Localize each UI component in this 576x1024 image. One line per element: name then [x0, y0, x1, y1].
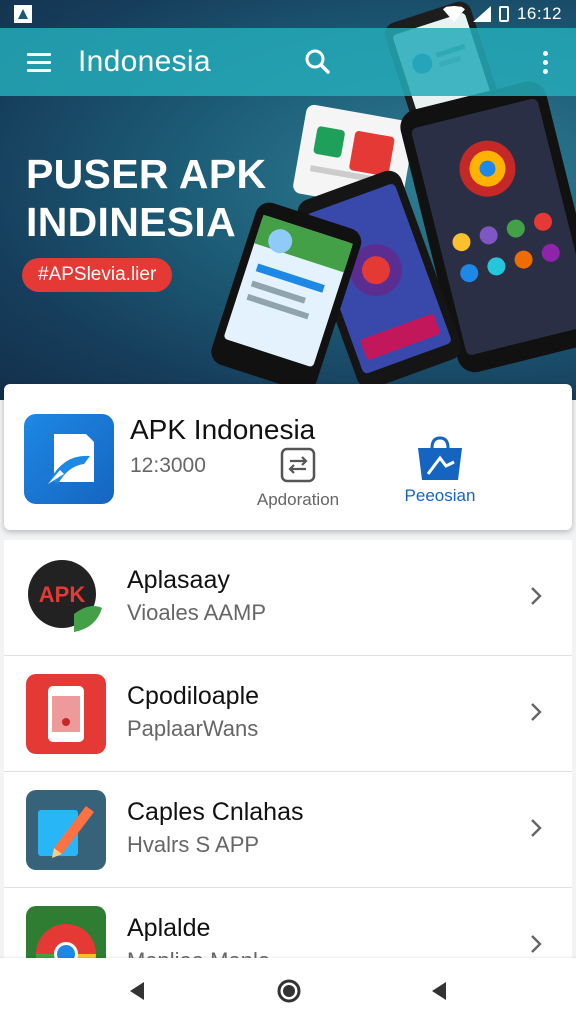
share-label: Peeosian — [404, 486, 476, 505]
top-app-bar: Indonesia — [0, 28, 576, 96]
list-item-title: Caples Cnlahas — [127, 798, 304, 826]
app-info-card: APK Indonesia 12:3000 Apdoration Peeosia… — [4, 384, 572, 530]
chevron-right-icon — [531, 703, 542, 721]
app-download-count: 12:3000 — [130, 454, 206, 477]
home-icon[interactable] — [276, 978, 302, 1004]
search-icon[interactable] — [300, 44, 336, 80]
hero-headline-line2: INDINESIA — [26, 199, 237, 245]
status-time: 16:12 — [516, 4, 562, 23]
hero-hashtag-badge[interactable]: #APSlevia.lier — [22, 258, 173, 292]
list-item-subtitle: Vioales AAMP — [127, 600, 267, 625]
app-name: APK Indonesia — [130, 414, 316, 445]
more-vert-icon — [542, 50, 548, 56]
chevron-right-icon — [531, 587, 542, 605]
hero-headline-line1: PUSER APK — [26, 151, 267, 197]
menu-button[interactable] — [0, 28, 78, 96]
apply-action-button[interactable]: Apdoration — [248, 446, 348, 510]
back-icon[interactable] — [126, 980, 148, 1002]
list-item-title: Aplasaay — [127, 566, 230, 594]
system-navigation-bar — [0, 958, 576, 1024]
bag-share-icon — [418, 436, 462, 480]
more-options-button[interactable] — [530, 44, 560, 80]
apply-label: Apdoration — [256, 490, 340, 509]
list-item[interactable]: Cpodiloaple PaplaarWans — [4, 656, 572, 772]
share-action-button[interactable]: Peeosian — [390, 434, 490, 506]
hero-headline: PUSER APK INDINESIA — [26, 150, 266, 246]
battery-icon — [498, 6, 509, 22]
page-title: Indonesia — [78, 45, 211, 78]
phone-app-icon — [26, 674, 106, 754]
app-logo — [24, 414, 114, 504]
apk-logo-icon — [48, 434, 94, 484]
list-item[interactable]: APK Aplasaay Vioales AAMP — [4, 540, 572, 656]
list-item[interactable]: Caples Cnlahas Hvalrs S APP — [4, 772, 572, 888]
chevron-right-icon — [531, 819, 542, 837]
app-list: APK Aplasaay Vioales AAMP Cpodiloaple Pa… — [4, 540, 572, 960]
hero-banner: 16:12 Indonesia PUSER APK INDINESIA #APS… — [0, 0, 576, 400]
apk-bubble-icon: APK — [28, 560, 102, 632]
notification-icon — [14, 5, 32, 23]
list-item[interactable]: Aplalde Mapliaa Manle — [4, 888, 572, 960]
apply-icon — [280, 447, 316, 483]
wifi-icon — [442, 6, 465, 22]
chrome-browser-icon — [26, 906, 106, 960]
signal-icon — [472, 6, 491, 22]
status-bar: 16:12 — [0, 0, 576, 28]
menu-icon — [27, 52, 51, 56]
list-item-subtitle: PaplaarWans — [127, 716, 259, 741]
list-item-title: Aplalde — [127, 914, 211, 942]
list-item-title: Cpodiloaple — [127, 682, 260, 710]
edit-pencil-icon — [26, 790, 106, 870]
list-item-subtitle: Hvalrs S APP — [127, 832, 260, 857]
svg-text:APK: APK — [39, 582, 86, 607]
chevron-right-icon — [531, 935, 542, 953]
back-triangle-icon[interactable] — [428, 980, 450, 1002]
